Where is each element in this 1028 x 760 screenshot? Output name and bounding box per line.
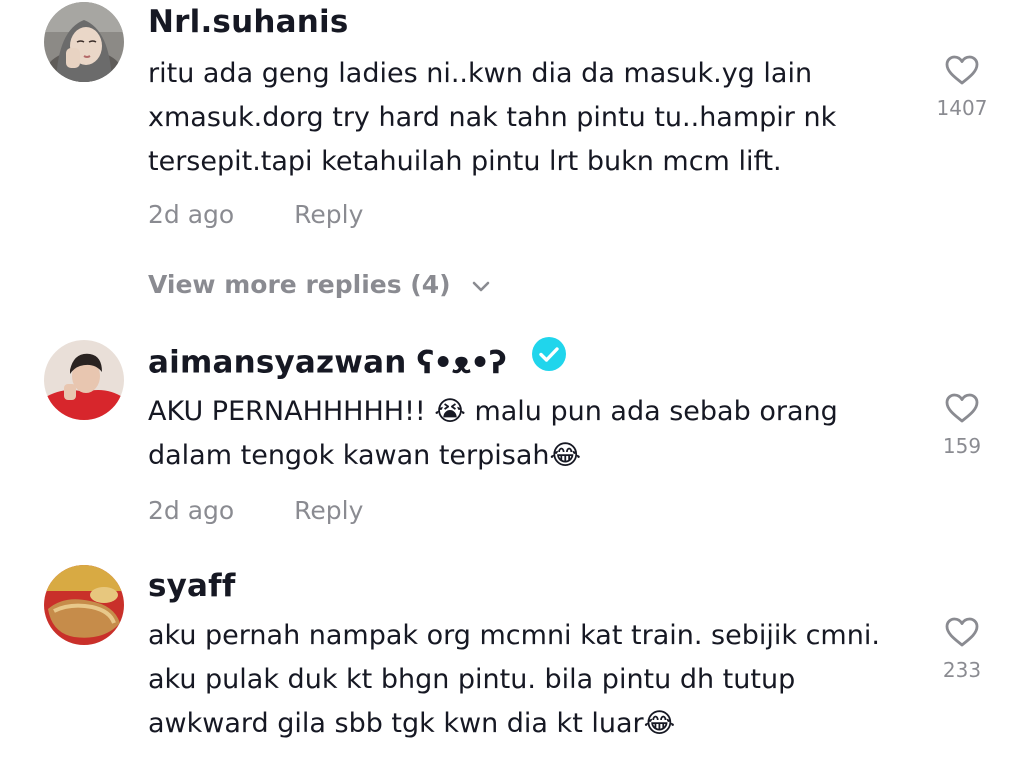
comment-timestamp: 2d ago [148,496,235,525]
avatar[interactable] [44,2,124,82]
view-more-label: View more replies (4) [148,270,451,299]
like-count: 159 [942,434,982,458]
like-button[interactable]: 233 [930,616,994,682]
comment-text: ritu ada geng ladies ni..kwn dia da masu… [148,58,837,177]
comment-username[interactable]: aimansyazwan ʕ•ᴥ•ʔ [148,337,567,386]
comment-timestamp: 2d ago [148,200,235,229]
like-count: 1407 [936,96,988,120]
username-text: aimansyazwan [148,344,407,381]
comment-meta: 2d ago Reply [148,496,363,525]
like-button[interactable]: 1407 [930,54,994,120]
comment-username[interactable]: Nrl.suhanis [148,4,349,40]
view-more-replies-button[interactable]: View more replies (4) [148,270,491,299]
heart-outline-icon[interactable] [944,616,980,648]
heart-outline-icon[interactable] [944,54,980,86]
comment-username[interactable]: syaff [148,568,236,604]
heart-outline-icon[interactable] [944,392,980,424]
avatar[interactable] [44,565,124,645]
comment-text: AKU PERNAHHHHH!! 😭 malu pun ada sebab or… [148,396,838,471]
reply-button[interactable]: Reply [294,496,363,525]
comment-text: aku pernah nampak org mcmni kat train. s… [148,620,880,739]
like-count: 233 [942,658,982,682]
reply-button[interactable]: Reply [294,200,363,229]
chevron-down-icon [472,281,490,292]
comment-meta: 2d ago Reply [148,200,363,229]
avatar[interactable] [44,340,124,420]
verified-badge-icon [531,336,567,380]
username-emoticon: ʕ•ᴥ•ʔ [416,344,506,381]
like-button[interactable]: 159 [930,392,994,458]
